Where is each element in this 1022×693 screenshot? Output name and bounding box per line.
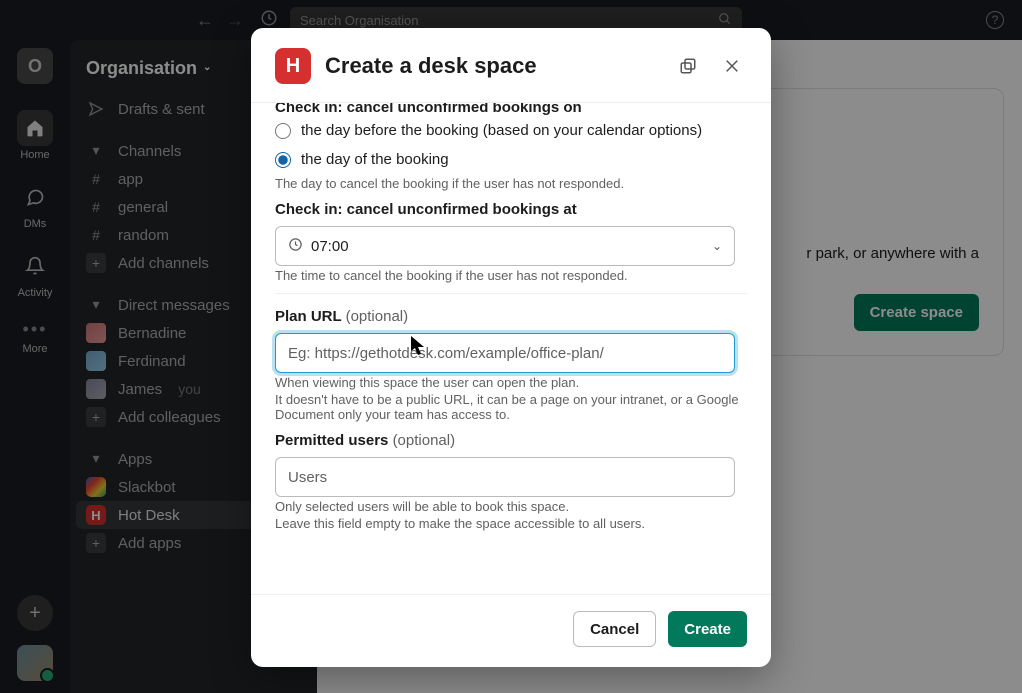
checkin-at-helper: The time to cancel the booking if the us… [275, 268, 747, 283]
clock-icon [288, 237, 303, 256]
permitted-users-label: Permitted users (optional) [275, 432, 747, 449]
permitted-helper-2: Leave this field empty to make the space… [275, 516, 747, 531]
permitted-users-input[interactable]: Users [275, 457, 735, 497]
create-desk-space-modal: H Create a desk space Check in: cancel u… [251, 28, 771, 667]
radio-day-of[interactable]: the day of the booking [275, 145, 747, 174]
modal-title: Create a desk space [325, 53, 659, 79]
hotdesk-icon: H [275, 48, 311, 84]
modal-body[interactable]: Check in: cancel unconfirmed bookings on… [251, 102, 771, 594]
plan-url-label: Plan URL (optional) [275, 308, 747, 325]
checkin-time-select[interactable]: 07:00 ⌄ [275, 226, 735, 266]
radio-day-before[interactable]: the day before the booking (based on you… [275, 116, 747, 145]
plan-helper-2: It doesn't have to be a public URL, it c… [275, 392, 747, 422]
checkin-on-label: Check in: cancel unconfirmed bookings on [275, 102, 747, 116]
cancel-button[interactable]: Cancel [573, 611, 656, 647]
chevron-down-icon: ⌄ [712, 239, 722, 253]
new-window-icon[interactable] [673, 51, 703, 81]
create-button[interactable]: Create [668, 611, 747, 647]
close-icon[interactable] [717, 51, 747, 81]
plan-helper-1: When viewing this space the user can ope… [275, 375, 747, 390]
divider [275, 293, 747, 294]
permitted-helper-1: Only selected users will be able to book… [275, 499, 747, 514]
plan-url-input[interactable]: Eg: https://gethotdesk.com/example/offic… [275, 333, 735, 373]
checkin-on-helper: The day to cancel the booking if the use… [275, 176, 747, 191]
checkin-at-label: Check in: cancel unconfirmed bookings at [275, 201, 747, 218]
